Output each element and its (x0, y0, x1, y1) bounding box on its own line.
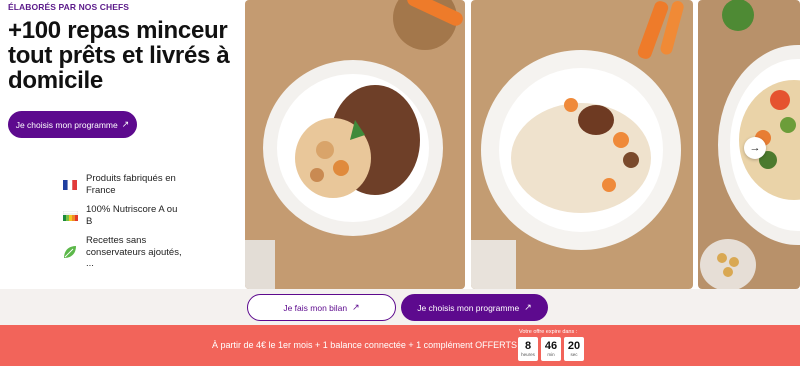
hero-eyebrow: ÉLABORÉS PAR NOS CHEFS (8, 2, 130, 12)
feature-item: Produits fabriqués en France (62, 173, 182, 196)
timer-unit: heures (521, 352, 535, 357)
countdown-timer: 8 heures 46 min 20 sec (518, 337, 584, 361)
arrow-right-icon: → (749, 142, 761, 154)
arrow-up-right-icon: ↗ (352, 302, 360, 312)
feature-item: Recettes sans conservateurs ajoutés, ... (62, 235, 182, 270)
france-flag-icon (62, 177, 78, 193)
bilan-button[interactable]: Je fais mon bilan ↗ (247, 294, 396, 321)
timer-minutes: 46 min (541, 337, 561, 361)
meal-photo-1 (245, 0, 465, 289)
features-list: Produits fabriqués en France 100% Nutris… (62, 173, 182, 278)
feature-label: Produits fabriqués en France (86, 173, 176, 196)
meal-gallery (245, 0, 800, 289)
timer-unit: sec (570, 352, 578, 357)
feature-label: Recettes sans conservateurs ajoutés, ... (86, 235, 182, 269)
promo-banner: À partir de 4€ le 1er mois + 1 balance c… (0, 325, 800, 366)
carousel-next-button[interactable]: → (744, 137, 766, 159)
action-bar: Je fais mon bilan ↗ Je choisis mon progr… (0, 289, 800, 325)
timer-value: 8 (524, 340, 532, 352)
nutriscore-icon (62, 208, 78, 224)
timer-unit: min (547, 352, 555, 357)
choose-program-button[interactable]: Je choisis mon programme ↗ (401, 294, 548, 321)
hero-headline: +100 repas minceur tout prêts et livrés … (8, 17, 230, 94)
arrow-up-right-icon: ↗ (121, 119, 130, 129)
feature-label: 100% Nutriscore A ou B (86, 204, 178, 227)
timer-value: 46 (544, 340, 558, 352)
arrow-up-right-icon: ↗ (524, 302, 532, 312)
choose-program-label: Je choisis mon programme (417, 302, 520, 313)
feature-item: 100% Nutriscore A ou B (62, 204, 182, 227)
timer-value: 20 (567, 340, 581, 352)
choose-program-label: Je choisis mon programme (15, 119, 118, 130)
choose-program-button-top[interactable]: Je choisis mon programme ↗ (8, 111, 137, 138)
meal-photo-2 (471, 0, 693, 289)
promo-text: À partir de 4€ le 1er mois + 1 balance c… (212, 340, 517, 350)
bilan-label: Je fais mon bilan (283, 302, 348, 313)
timer-hours: 8 heures (518, 337, 538, 361)
timer-seconds: 20 sec (564, 337, 584, 361)
leaf-icon (62, 244, 78, 260)
expiry-label: Votre offre expire dans : (519, 329, 578, 335)
